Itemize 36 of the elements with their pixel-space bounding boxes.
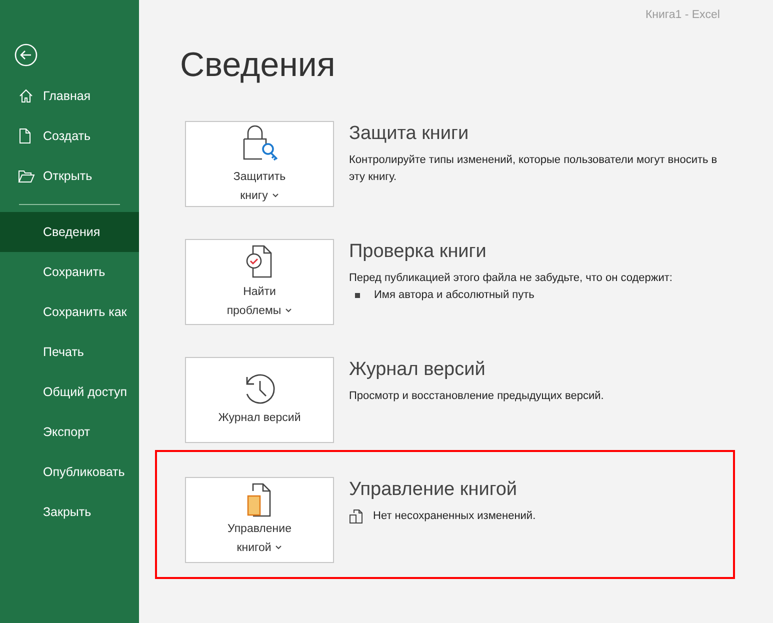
action-button[interactable]: Найти проблемы bbox=[185, 239, 334, 325]
section-title: Управление книгой bbox=[349, 479, 518, 501]
document-check-icon bbox=[244, 244, 274, 280]
sidebar-item[interactable]: Общий доступ bbox=[0, 372, 139, 412]
home-icon bbox=[18, 88, 34, 104]
section-title: Защита книги bbox=[349, 123, 470, 145]
documents-icon bbox=[349, 509, 363, 524]
sidebar-item[interactable]: Сохранить как bbox=[0, 292, 139, 332]
sidebar-item[interactable]: Сведения bbox=[0, 212, 139, 252]
section-description: Перед публикацией этого файла не забудьте, что он содержит: bbox=[349, 271, 672, 286]
caret-icon bbox=[285, 308, 292, 313]
status-text: Нет несохраненных изменений. bbox=[373, 509, 536, 524]
window-title: Книга1 - Excel bbox=[645, 9, 720, 21]
section-title: Проверка книги bbox=[349, 241, 488, 263]
section-title: Журнал версий bbox=[349, 359, 486, 381]
section-description: Контролируйте типы изменений, которые пользователи могут вносить в эту книгу. bbox=[349, 153, 718, 185]
caret-icon bbox=[275, 544, 282, 550]
bullet-icon bbox=[355, 293, 360, 298]
documents-icon bbox=[246, 483, 272, 518]
page-heading: Сведения bbox=[180, 46, 336, 85]
action-button[interactable]: Журнал версий bbox=[185, 357, 334, 443]
document-icon bbox=[18, 128, 32, 144]
sidebar-item[interactable]: Печать bbox=[0, 332, 139, 372]
sidebar-item[interactable]: Открыть bbox=[0, 156, 139, 196]
sidebar-item[interactable]: Закрыть bbox=[0, 492, 139, 532]
folder-icon bbox=[18, 170, 35, 182]
sidebar-item[interactable]: Экспорт bbox=[0, 412, 139, 452]
action-button[interactable]: Управление книгой bbox=[185, 477, 334, 563]
list-item: Имя автора и абсолютный путь bbox=[374, 288, 534, 303]
section-description: Просмотр и восстановление предыдущих версий. bbox=[349, 389, 604, 404]
sidebar-item[interactable]: Опубликовать bbox=[0, 452, 139, 492]
sidebar-item[interactable]: Создать bbox=[0, 116, 139, 156]
action-button[interactable]: Защитить книгу bbox=[185, 121, 334, 207]
caret-icon bbox=[272, 192, 279, 198]
sidebar-item[interactable]: Главная bbox=[0, 76, 139, 116]
sidebar-item[interactable]: Сохранить bbox=[0, 252, 139, 292]
